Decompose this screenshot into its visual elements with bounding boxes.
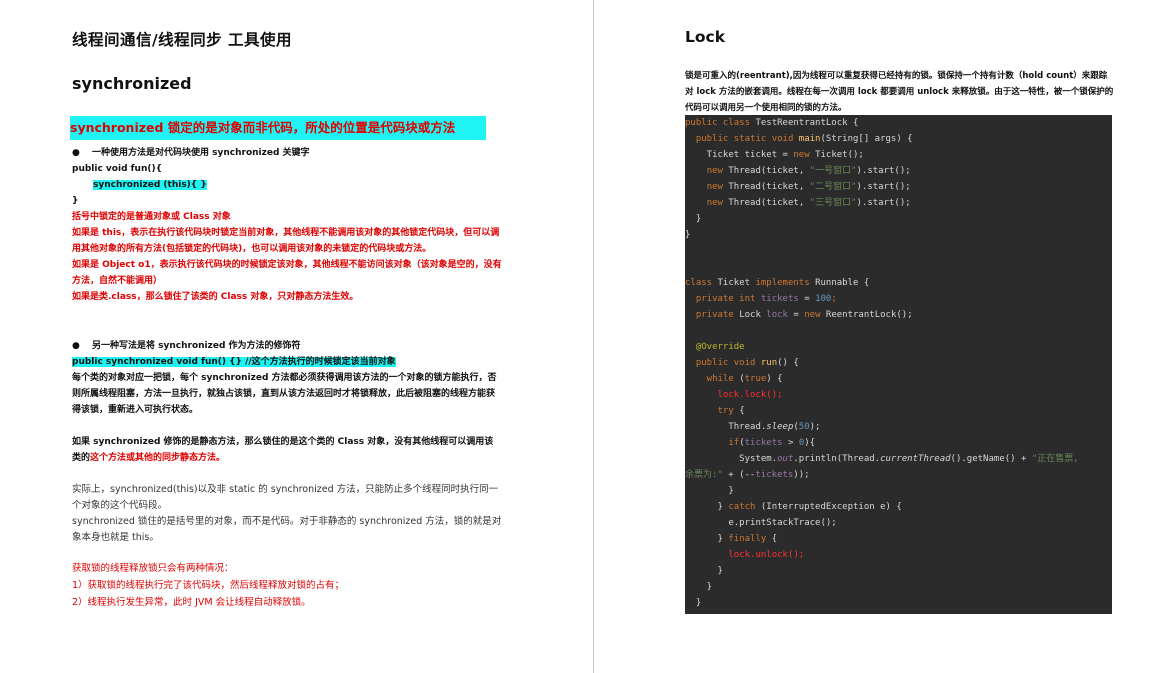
code-editor: public class TestReentrantLock { public … bbox=[685, 115, 1112, 614]
code-line: private int tickets = 100; bbox=[685, 294, 837, 304]
code-line: } bbox=[685, 611, 1112, 614]
code-line: public class TestReentrantLock { bbox=[685, 118, 859, 128]
page-title: 线程间通信/线程同步 工具使用 bbox=[72, 31, 293, 49]
code-line: lock.unlock(); bbox=[685, 550, 805, 560]
code-line: @Override bbox=[685, 342, 745, 352]
code-line: e.printStackTrace(); bbox=[685, 518, 837, 528]
code-line: Ticket ticket = new Ticket(); bbox=[685, 150, 864, 160]
bullet-text: 一种使用方法是对代码块使用 synchronized 关键字 bbox=[92, 148, 310, 158]
section-heading-synchronized: synchronized bbox=[72, 74, 192, 93]
code-highlight: public synchronized void fun() {} //这个方法… bbox=[72, 357, 396, 367]
code-line: } bbox=[685, 230, 691, 240]
highlight-heading: synchronized 锁定的是对象而非代码，所处的位置是代码块或方法 bbox=[70, 116, 486, 140]
method-modifier-block: ● 另一种写法是将 synchronized 作为方法的修饰符 public sy… bbox=[72, 338, 502, 418]
code-line: new Thread(ticket, "三号窗口").start(); bbox=[706, 198, 911, 208]
code-line: } finally { bbox=[685, 534, 778, 544]
paragraph: 实际上，synchronized(this)以及非 static 的 synch… bbox=[72, 484, 499, 511]
code-line: System.out.println(Thread.currentThread(… bbox=[685, 454, 1079, 464]
paragraph: synchronized 锁住的是括号里的对象，而不是代码。对于非静态的 syn… bbox=[72, 516, 502, 543]
code-line: public void run() { bbox=[685, 358, 799, 368]
note-red: 如果是类.class，那么锁住了该类的 Class 对象，只对静态方法生效。 bbox=[72, 292, 359, 302]
section-heading-lock: Lock bbox=[685, 28, 726, 46]
bullet-item-1: ● 一种使用方法是对代码块使用 synchronized 关键字 bbox=[72, 145, 502, 161]
code-highlight: synchronized (this){ } bbox=[93, 180, 207, 190]
note-red: 括号中锁定的是普通对象或 Class 对象 bbox=[72, 212, 231, 222]
list-item: 1）获取锁的线程执行完了该代码块，然后线程释放对锁的占有； bbox=[72, 580, 345, 591]
code-line: } bbox=[685, 214, 702, 224]
list-heading: 获取锁的线程释放锁只会有两种情况： bbox=[72, 563, 234, 574]
code-line: } bbox=[685, 598, 702, 608]
code-line: } bbox=[685, 582, 713, 592]
list-item: 2）线程执行发生异常，此时 JVM 会让线程自动释放锁。 bbox=[72, 597, 311, 608]
code-line: public void fun(){ bbox=[72, 164, 163, 174]
note-red: 如果是 this，表示在执行该代码块时锁定当前对象，其他线程不能调用该对象的其他… bbox=[72, 228, 500, 254]
code-line: private Lock lock = new ReentrantLock(); bbox=[685, 310, 913, 320]
bullet-icon: ● bbox=[72, 341, 80, 351]
code-line: 余票为:" + (--tickets)); bbox=[685, 470, 810, 480]
bullet-icon: ● bbox=[72, 148, 80, 158]
right-page: Lock 锁是可重入的(reentrant),因为线程可以重复获得已经持有的锁。… bbox=[594, 0, 1175, 673]
code-line: try { bbox=[685, 406, 745, 416]
code-line: } bbox=[685, 486, 734, 496]
bullet-item-2: ● 另一种写法是将 synchronized 作为方法的修饰符 bbox=[72, 338, 502, 354]
code-block-usage: ● 一种使用方法是对代码块使用 synchronized 关键字 public v… bbox=[72, 145, 502, 305]
code-line: if(tickets > 0){ bbox=[685, 438, 816, 448]
code-line: Thread.sleep(50); bbox=[685, 422, 821, 432]
code-line: synchronized (this){ } bbox=[72, 177, 502, 193]
code-line: public synchronized void fun() {} //这个方法… bbox=[72, 354, 502, 370]
note-red: 如果是 Object o1，表示执行该代码块的时候锁定该对象，其他线程不能访问该… bbox=[72, 260, 502, 286]
code-line: } catch (InterruptedException e) { bbox=[685, 502, 902, 512]
paragraph: 每个类的对象对应一把锁，每个 synchronized 方法都必须获得调用该方法… bbox=[72, 373, 497, 415]
code-line: new Thread(ticket, "二号窗口").start(); bbox=[706, 182, 911, 192]
code-line: } bbox=[72, 196, 79, 206]
static-method-paragraph: 如果 synchronized 修饰的是静态方法，那么锁住的是这个类的 Clas… bbox=[72, 434, 502, 466]
code-line: public static void main(String[] args) { bbox=[685, 134, 913, 144]
code-line: class Ticket implements Runnable { bbox=[685, 278, 870, 288]
code-line: new Thread(ticket, "一号窗口").start(); bbox=[706, 166, 911, 176]
explanation-block: 实际上，synchronized(this)以及非 static 的 synch… bbox=[72, 482, 502, 546]
code-line: lock.lock(); bbox=[685, 390, 783, 400]
paragraph-red-text: 这个方法或其他的同步静态方法。 bbox=[90, 453, 226, 463]
left-page: 线程间通信/线程同步 工具使用 synchronized synchronize… bbox=[0, 0, 593, 673]
code-line: while (true) { bbox=[685, 374, 783, 384]
lock-paragraph: 锁是可重入的(reentrant),因为线程可以重复获得已经持有的锁。锁保持一个… bbox=[685, 71, 1114, 113]
bullet-text: 另一种写法是将 synchronized 作为方法的修饰符 bbox=[92, 341, 301, 351]
lock-release-list: 获取锁的线程释放锁只会有两种情况： 1）获取锁的线程执行完了该代码块，然后线程释… bbox=[72, 560, 502, 611]
code-line: } bbox=[685, 566, 723, 576]
